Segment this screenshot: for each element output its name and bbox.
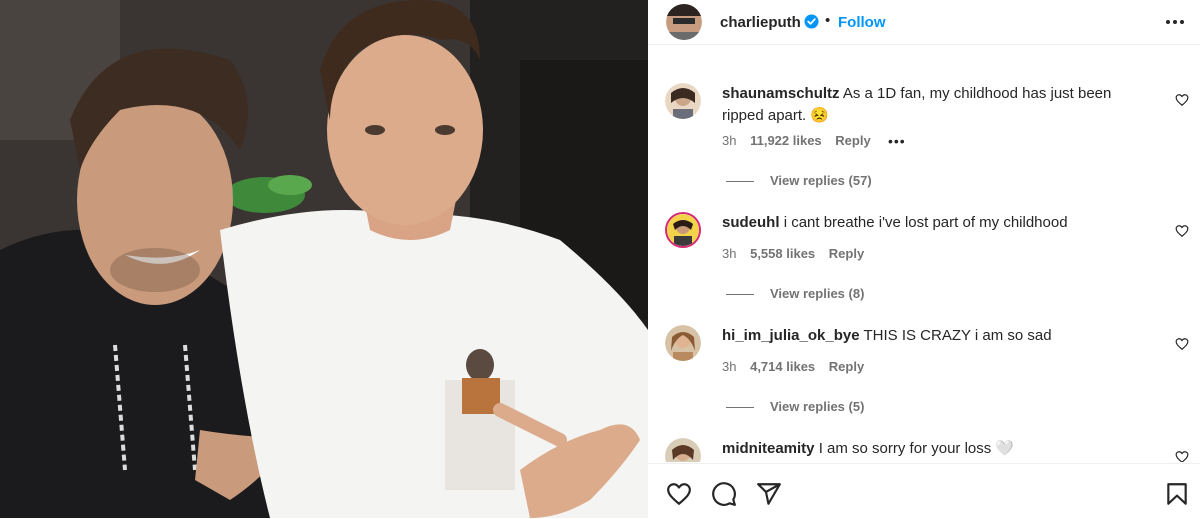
- comment-likes[interactable]: 5,558 likes: [750, 246, 815, 261]
- avatar-shaunamschultz-icon: [665, 83, 701, 119]
- post-sidebar: charlieputh • Follow shaunamschultz As a…: [648, 0, 1200, 518]
- comment-text-block: shaunamschultz As a 1D fan, my childhood…: [722, 83, 1132, 127]
- comment-more-icon[interactable]: •••: [888, 133, 906, 149]
- replies-divider: [726, 181, 754, 183]
- replies-divider: [726, 294, 754, 296]
- more-options-icon[interactable]: [1163, 14, 1187, 30]
- bookmark-icon[interactable]: [1164, 481, 1190, 507]
- comment-body: I am so sorry for your loss 🤍: [818, 440, 1015, 457]
- comment-text-block: sudeuhl i cant breathe i've lost part of…: [722, 212, 1132, 234]
- view-replies-label: View replies (8): [770, 286, 865, 301]
- avatar[interactable]: [665, 212, 701, 248]
- avatar-sudeuhl-icon: [667, 214, 699, 246]
- like-comment-heart-icon[interactable]: [1175, 224, 1189, 238]
- avatar-midniteamity-icon: [665, 438, 701, 462]
- view-replies-label: View replies (57): [770, 173, 872, 188]
- comment-meta: 3h 4,714 likes Reply: [722, 359, 874, 374]
- post-header: charlieputh • Follow: [648, 0, 1200, 45]
- avatar-charlieputh-icon: [666, 4, 702, 40]
- comment-time: 3h: [722, 133, 737, 148]
- post-username[interactable]: charlieputh: [720, 14, 801, 31]
- avatar-hi-im-julia-ok-bye-icon: [665, 325, 701, 361]
- comment-time: 3h: [722, 246, 737, 261]
- comment-body: THIS IS CRAZY i am so sad: [863, 327, 1052, 344]
- like-comment-heart-icon[interactable]: [1175, 450, 1189, 462]
- heart-icon[interactable]: [666, 481, 692, 507]
- comment-body: i cant breathe i've lost part of my chil…: [783, 214, 1068, 231]
- share-icon[interactable]: [756, 481, 782, 507]
- comment-username[interactable]: hi_im_julia_ok_bye: [722, 327, 860, 344]
- comment-time: 3h: [722, 359, 737, 374]
- reply-button[interactable]: Reply: [829, 359, 864, 374]
- comment-icon[interactable]: [711, 481, 737, 507]
- view-replies-label: View replies (5): [770, 399, 865, 414]
- reply-button[interactable]: Reply: [835, 133, 870, 148]
- reply-button[interactable]: Reply: [829, 246, 864, 261]
- like-comment-heart-icon[interactable]: [1175, 337, 1189, 351]
- comment-username[interactable]: sudeuhl: [722, 214, 780, 231]
- separator-dot: •: [825, 12, 831, 29]
- comment-likes[interactable]: 11,922 likes: [750, 133, 822, 148]
- comment-username[interactable]: midniteamity: [722, 440, 815, 457]
- view-replies-button[interactable]: View replies (8): [726, 286, 864, 301]
- comment-username[interactable]: shaunamschultz: [722, 85, 840, 102]
- comment-meta: 3h 11,922 likes Reply: [722, 133, 881, 148]
- comments-list[interactable]: shaunamschultz As a 1D fan, my childhood…: [648, 57, 1200, 462]
- post-actions-bar: [648, 463, 1200, 519]
- view-replies-button[interactable]: View replies (5): [726, 399, 864, 414]
- avatar[interactable]: [666, 4, 702, 40]
- post-photo[interactable]: [0, 0, 648, 518]
- replies-divider: [726, 407, 754, 409]
- view-replies-button[interactable]: View replies (57): [726, 173, 872, 188]
- comment-text-block: hi_im_julia_ok_bye THIS IS CRAZY i am so…: [722, 325, 1132, 347]
- comment-meta: 3h 5,558 likes Reply: [722, 246, 874, 261]
- comment-text-block: midniteamity I am so sorry for your loss…: [722, 438, 1132, 460]
- comment-likes[interactable]: 4,714 likes: [750, 359, 815, 374]
- avatar[interactable]: [665, 325, 701, 361]
- post-photo-illustration: [0, 0, 648, 518]
- verified-icon: [804, 14, 819, 29]
- avatar[interactable]: [665, 438, 701, 462]
- avatar[interactable]: [665, 83, 701, 119]
- follow-button[interactable]: Follow: [838, 14, 886, 31]
- like-comment-heart-icon[interactable]: [1175, 93, 1189, 107]
